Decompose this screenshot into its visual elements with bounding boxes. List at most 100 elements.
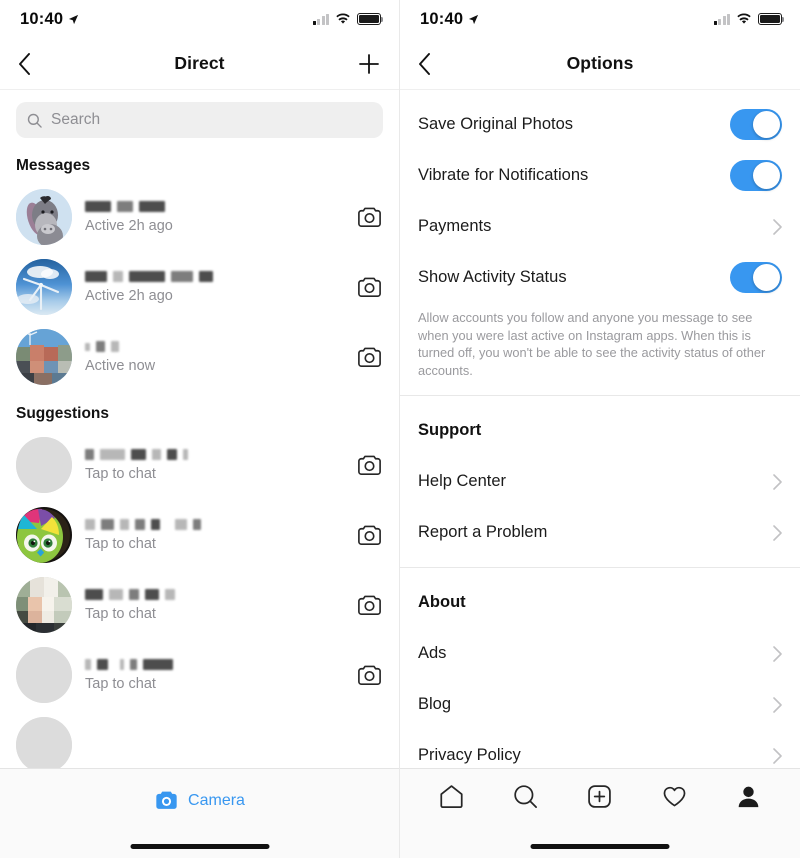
setting-row-save-original-photos[interactable]: Save Original Photos <box>400 99 800 150</box>
back-button[interactable] <box>18 53 31 75</box>
setting-label: Payments <box>418 217 491 236</box>
plus-box-icon <box>586 783 613 810</box>
avatar[interactable] <box>16 717 72 773</box>
chevron-right-icon <box>773 748 782 764</box>
search-input[interactable]: Search <box>16 102 383 138</box>
blank-gray-avatar <box>16 647 72 703</box>
suggestion-row[interactable]: Tap to chat <box>0 430 399 500</box>
toggle-vibrate-for-notifications[interactable] <box>730 160 782 191</box>
camera-outline-icon <box>356 204 383 231</box>
setting-row-show-activity-status[interactable]: Show Activity Status <box>400 252 800 303</box>
toggle-save-original-photos[interactable] <box>730 109 782 140</box>
row-text: Tap to chat <box>85 588 343 622</box>
tab-search[interactable] <box>512 783 539 810</box>
suggestion-status: Tap to chat <box>85 676 343 692</box>
chevron-right-icon <box>773 219 782 235</box>
tab-home[interactable] <box>438 783 465 810</box>
options-list-scroll[interactable]: Save Original Photos Vibrate for Notific… <box>400 90 800 858</box>
avatar[interactable] <box>16 577 72 633</box>
suggestion-row[interactable]: Tap to chat <box>0 570 399 640</box>
pixelated-photo-avatar <box>16 329 72 385</box>
status-bar-time: 10:40 <box>420 10 463 29</box>
camera-button[interactable] <box>356 344 383 371</box>
dual-screenshot-container: 10:40 <box>0 0 800 858</box>
tab-activity[interactable] <box>661 783 688 810</box>
activity-status: Active now <box>85 358 343 374</box>
activity-status: Active 2h ago <box>85 218 343 234</box>
back-button[interactable] <box>418 53 431 75</box>
home-icon <box>438 783 465 810</box>
username-redacted <box>85 200 343 213</box>
setting-row-ads[interactable]: Ads <box>400 628 800 679</box>
page-title: Direct <box>0 53 399 74</box>
setting-row-vibrate-for-notifications[interactable]: Vibrate for Notifications <box>400 150 800 201</box>
avatar[interactable] <box>16 329 72 385</box>
new-message-button[interactable] <box>357 52 381 76</box>
windmill-sky-photo-avatar <box>16 259 72 315</box>
setting-row-help-center[interactable]: Help Center <box>400 456 800 507</box>
tab-create[interactable] <box>586 783 613 810</box>
blank-gray-avatar <box>16 717 72 773</box>
camera-filled-icon <box>154 788 179 813</box>
tab-profile[interactable] <box>735 783 762 810</box>
setting-row-report-a-problem[interactable]: Report a Problem <box>400 507 800 558</box>
status-bar-time-group: 10:40 <box>420 10 479 29</box>
suggestion-status: Tap to chat <box>85 466 343 482</box>
row-text: Active 2h ago <box>85 200 343 234</box>
activity-status-description: Allow accounts you follow and anyone you… <box>400 303 800 395</box>
avatar[interactable] <box>16 647 72 703</box>
username-redacted <box>85 588 343 601</box>
camera-button[interactable] <box>356 522 383 549</box>
avatar[interactable] <box>16 259 72 315</box>
suggestion-status: Tap to chat <box>85 606 343 622</box>
message-row[interactable]: Active now <box>0 322 399 392</box>
avatar[interactable] <box>16 189 72 245</box>
camera-button[interactable] <box>356 204 383 231</box>
camera-button[interactable] <box>356 274 383 301</box>
status-bar-time-group: 10:40 <box>20 10 79 29</box>
camera-button[interactable] <box>356 592 383 619</box>
suggestion-row[interactable]: Tap to chat <box>0 500 399 570</box>
avatar[interactable] <box>16 437 72 493</box>
suggestion-status: Tap to chat <box>85 536 343 552</box>
status-bar-indicators <box>714 13 783 25</box>
username-redacted <box>85 448 343 461</box>
message-row[interactable]: Active 2h ago <box>0 252 399 322</box>
row-text: Tap to chat <box>85 658 343 692</box>
direct-screen: 10:40 <box>0 0 400 858</box>
colorful-owl-avatar <box>16 507 72 563</box>
camera-button[interactable] <box>356 452 383 479</box>
setting-label: Help Center <box>418 472 506 491</box>
camera-outline-icon <box>356 452 383 479</box>
camera-outline-icon <box>356 274 383 301</box>
camera-button[interactable] <box>356 662 383 689</box>
row-text: Active 2h ago <box>85 270 343 304</box>
section-title: Support <box>418 421 481 440</box>
search-placeholder: Search <box>51 111 100 129</box>
suggestion-row[interactable]: Tap to chat <box>0 640 399 710</box>
search-container: Search <box>0 90 399 144</box>
row-text: Tap to chat <box>85 448 343 482</box>
setting-row-blog[interactable]: Blog <box>400 679 800 730</box>
section-header-messages: Messages <box>0 144 399 182</box>
setting-label: Blog <box>418 695 451 714</box>
section-header-about: About <box>400 577 800 628</box>
camera-button-main[interactable]: Camera <box>154 788 245 813</box>
heart-icon <box>661 783 688 810</box>
toggle-show-activity-status[interactable] <box>730 262 782 293</box>
section-header-support: Support <box>400 405 800 456</box>
direct-nav-bar: Direct <box>0 38 399 90</box>
direct-list-scroll[interactable]: Search Messages <box>0 90 399 858</box>
search-icon <box>27 113 42 128</box>
battery-full-icon <box>758 13 782 25</box>
avatar[interactable] <box>16 507 72 563</box>
page-title: Options <box>400 53 800 74</box>
camera-bar: Camera <box>0 768 399 858</box>
chevron-right-icon <box>773 474 782 490</box>
setting-row-payments[interactable]: Payments <box>400 201 800 252</box>
camera-outline-icon <box>356 662 383 689</box>
chevron-left-icon <box>418 53 431 75</box>
tab-bar <box>400 768 800 858</box>
message-row[interactable]: Active 2h ago <box>0 182 399 252</box>
setting-label: Privacy Policy <box>418 746 521 765</box>
